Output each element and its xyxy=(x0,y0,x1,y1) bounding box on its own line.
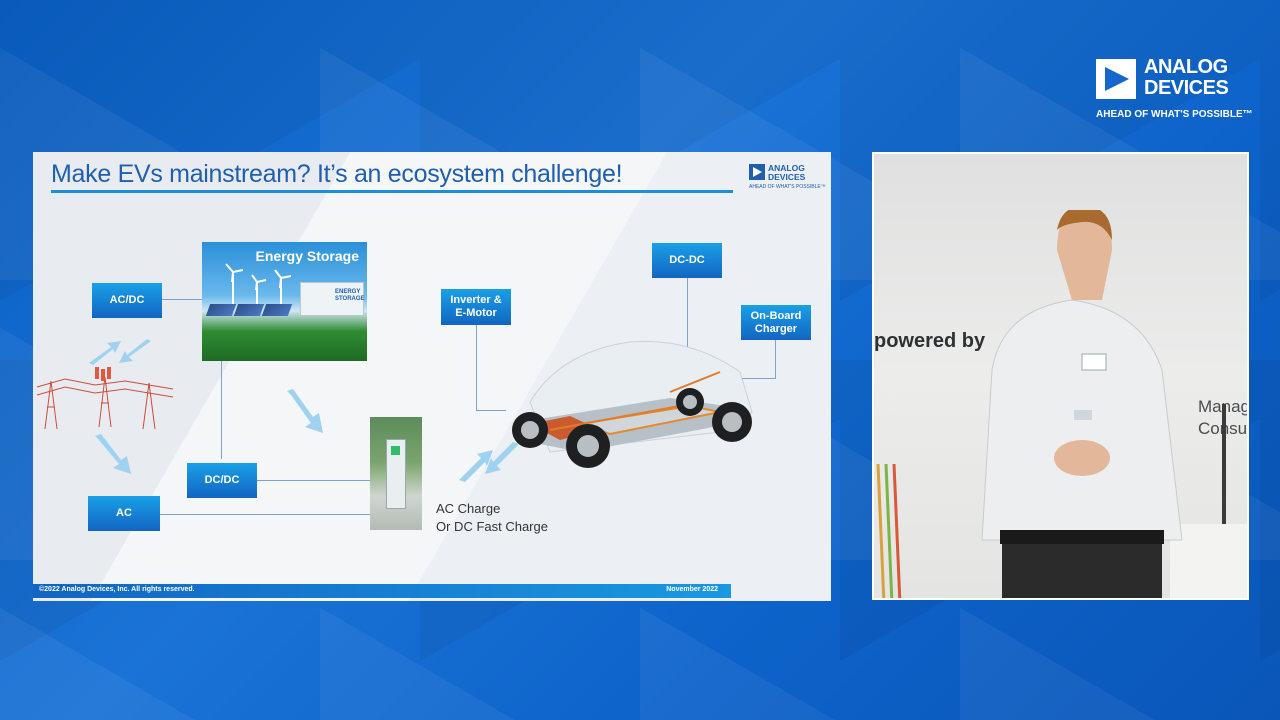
solar-panel-icon xyxy=(233,304,265,316)
energy-storage-image: Energy Storage ENERGY STORAGE xyxy=(202,242,367,361)
storage-container: ENERGY STORAGE xyxy=(300,282,365,316)
slide-logo-tagline: AHEAD OF WHAT'S POSSIBLE™ xyxy=(749,184,826,190)
slide-footer: ©2022 Analog Devices, Inc. All rights re… xyxy=(33,584,731,598)
acdc-label: AC/DC xyxy=(109,294,145,306)
footer-copyright: ©2022 Analog Devices, Inc. All rights re… xyxy=(39,586,195,593)
brand-line1: ANALOG xyxy=(1144,56,1228,78)
speaker-video: powered by Manag Consu xyxy=(872,152,1249,600)
connector-line xyxy=(257,480,371,481)
easel-image xyxy=(876,464,902,598)
slide-title: Make EVs mainstream? It’s an ecosystem c… xyxy=(51,160,623,188)
ev-charger-image xyxy=(370,417,422,530)
solar-panel-icon xyxy=(205,304,237,316)
microphone-stand xyxy=(1222,404,1226,534)
dcdc-car-label: DC-DC xyxy=(669,254,705,266)
charger-screen-icon xyxy=(391,446,400,455)
presentation-slide: Make EVs mainstream? It’s an ecosystem c… xyxy=(33,152,831,601)
analog-devices-logo: ANALOG DEVICES AHEAD OF WHAT'S POSSIBLE™ xyxy=(1096,57,1256,127)
dcdc-box: DC/DC xyxy=(187,463,257,498)
slide-logo-line2: DEVICES xyxy=(768,172,806,182)
connector-line xyxy=(476,322,477,410)
footer-date: November 2022 xyxy=(666,586,718,593)
ev-chassis-image xyxy=(512,340,753,468)
charger-post xyxy=(386,439,406,509)
bidirectional-arrow-icon xyxy=(89,339,151,365)
down-arrow-icon xyxy=(287,389,323,433)
connector-line xyxy=(162,299,204,300)
ac-label: AC xyxy=(116,507,132,519)
connector-line xyxy=(775,340,776,378)
charge-label-line2: Or DC Fast Charge xyxy=(436,519,548,534)
turbine-blades-icon xyxy=(225,263,292,291)
inverter-label-line1: Inverter & xyxy=(450,294,502,306)
onboard-label-line2: Charger xyxy=(754,322,798,335)
speaker-person xyxy=(981,210,1183,598)
acdc-box: AC/DC xyxy=(92,283,162,318)
brand-tagline: AHEAD OF WHAT'S POSSIBLE™ xyxy=(1096,109,1253,120)
charge-label-line1: AC Charge xyxy=(436,501,501,516)
storage-container-label: ENERGY STORAGE xyxy=(335,289,365,302)
adi-triangle-icon xyxy=(1096,59,1136,99)
connector-line xyxy=(160,514,371,515)
adi-triangle-icon xyxy=(749,164,765,180)
ac-box: AC xyxy=(88,496,160,531)
brand-line2: DEVICES xyxy=(1144,77,1229,99)
dcdc-label: DC/DC xyxy=(204,474,240,486)
down-arrow-icon xyxy=(95,434,131,474)
slide-logo: ANALOG DEVICES AHEAD OF WHAT'S POSSIBLE™ xyxy=(749,162,826,192)
connector-line xyxy=(221,361,222,459)
dcdc-car-box: DC-DC xyxy=(652,243,722,278)
solar-panel-icon xyxy=(261,304,293,316)
power-grid-icon xyxy=(36,367,174,430)
title-underline xyxy=(51,190,733,193)
